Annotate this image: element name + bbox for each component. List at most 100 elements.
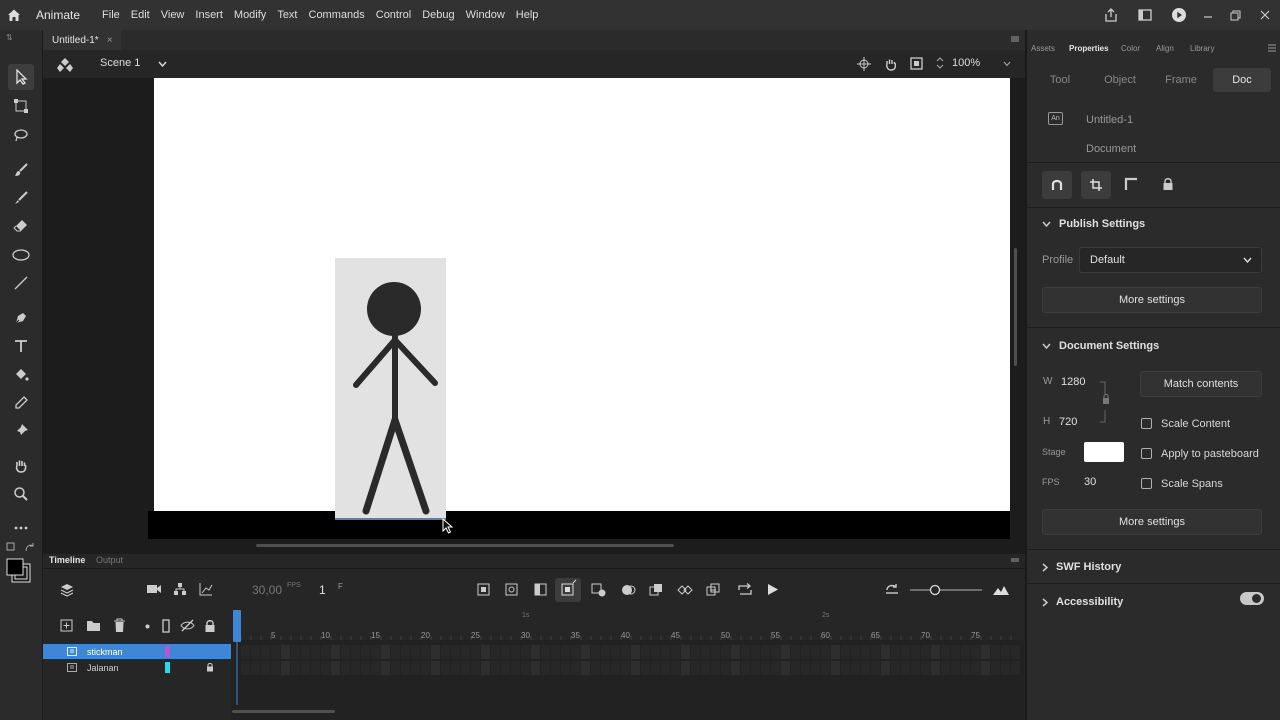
frame-cell[interactable] (291, 661, 300, 675)
frame-cell[interactable] (561, 645, 570, 659)
frame-cell[interactable] (881, 661, 890, 675)
frame-cell[interactable] (441, 661, 450, 675)
frame-cell[interactable] (651, 661, 660, 675)
frame-cell[interactable] (731, 645, 740, 659)
layer-row-jalanan[interactable]: Jalanan (43, 660, 231, 675)
current-frame-value[interactable]: 1 (319, 583, 326, 597)
frame-cell[interactable] (901, 645, 910, 659)
apply-to-pasteboard-checkbox[interactable] (1141, 448, 1152, 459)
match-contents-button[interactable]: Match contents (1140, 371, 1262, 397)
frame-cell[interactable] (501, 645, 510, 659)
frame-cell[interactable] (411, 645, 420, 659)
highlight-layers-icon[interactable] (145, 624, 150, 629)
frame-cell[interactable] (311, 645, 320, 659)
paint-brush-tool-icon[interactable] (11, 160, 31, 180)
layer-depth-icon[interactable] (59, 582, 75, 598)
frame-cell[interactable] (801, 661, 810, 675)
line-tool-icon[interactable] (11, 273, 31, 293)
frame-cell[interactable] (801, 645, 810, 659)
subtab-frame[interactable]: Frame (1157, 68, 1205, 92)
menu-text[interactable]: Text (277, 9, 297, 21)
tab-close-icon[interactable]: × (107, 35, 113, 46)
menu-view[interactable]: View (161, 9, 185, 21)
frame-cell[interactable] (551, 661, 560, 675)
lasso-tool-icon[interactable] (11, 125, 31, 145)
snap-to-objects-icon[interactable] (1042, 171, 1072, 199)
frame-cell[interactable] (251, 661, 260, 675)
menu-modify[interactable]: Modify (234, 9, 266, 21)
stickman-symbol[interactable] (335, 258, 446, 520)
frame-cell[interactable] (361, 661, 370, 675)
selection-tool-icon[interactable] (8, 64, 34, 90)
frame-cell[interactable] (981, 661, 990, 675)
frame-cell[interactable] (771, 661, 780, 675)
frame-cell[interactable] (331, 661, 340, 675)
frame-cell[interactable] (811, 661, 820, 675)
text-tool-icon[interactable] (11, 336, 31, 356)
frame-cell[interactable] (511, 645, 520, 659)
frame-cell[interactable] (371, 661, 380, 675)
test-movie-icon[interactable] (1162, 0, 1196, 30)
menu-file[interactable]: File (102, 9, 120, 21)
frame-cell[interactable] (391, 645, 400, 659)
frame-cell[interactable] (911, 661, 920, 675)
frame-cell[interactable] (281, 645, 290, 659)
lock-layers-icon[interactable] (204, 619, 216, 633)
frame-cell[interactable] (691, 661, 700, 675)
timeline-horizontal-scrollbar[interactable] (232, 710, 335, 713)
accessibility-header[interactable]: Accessibility (1042, 596, 1123, 608)
frame-cell[interactable] (751, 645, 760, 659)
frame-cell[interactable] (631, 645, 640, 659)
frame-cell[interactable] (831, 645, 840, 659)
onion-skin-button[interactable] (555, 578, 581, 602)
graph-icon[interactable] (199, 582, 213, 596)
timeline-zoom-slider[interactable] (908, 583, 984, 597)
frame-cell[interactable] (971, 645, 980, 659)
frame-cell[interactable] (851, 661, 860, 675)
delete-layer-icon[interactable] (113, 618, 126, 633)
center-stage-icon[interactable] (857, 57, 871, 71)
frame-cell[interactable] (921, 645, 930, 659)
frame-cell[interactable] (951, 645, 960, 659)
link-dimensions-icon[interactable] (1098, 380, 1112, 424)
frame-cell[interactable] (321, 661, 330, 675)
subtab-doc[interactable]: Doc (1213, 68, 1271, 92)
frame-cell[interactable] (541, 661, 550, 675)
fps-value[interactable]: 30 (1084, 476, 1096, 488)
frame-cell[interactable] (561, 661, 570, 675)
frame-cell[interactable] (301, 645, 310, 659)
attach-layer-parenting-icon[interactable] (173, 582, 187, 596)
tab-timeline[interactable]: Timeline (49, 555, 85, 565)
frame-cell[interactable] (701, 661, 710, 675)
frame-cell[interactable] (771, 645, 780, 659)
frame-cell[interactable] (571, 645, 580, 659)
camera-icon[interactable] (146, 583, 162, 595)
frame-cell[interactable] (941, 645, 950, 659)
frame-cell[interactable] (461, 645, 470, 659)
frame-cell[interactable] (261, 645, 270, 659)
fill-stroke-swatch-icon[interactable] (6, 558, 34, 586)
panel-menu-icon[interactable] (1011, 36, 1019, 42)
outline-layers-icon[interactable] (162, 619, 170, 633)
layer-color-swatch[interactable] (165, 646, 170, 657)
document-more-settings-button[interactable]: More settings (1042, 509, 1262, 535)
frame-cell[interactable] (901, 661, 910, 675)
edit-symbols-icon[interactable] (57, 56, 73, 72)
frame-cell[interactable] (701, 645, 710, 659)
frame-cell[interactable] (351, 661, 360, 675)
paint-bucket-tool-icon[interactable] (11, 365, 31, 385)
scale-content-checkbox[interactable] (1141, 418, 1152, 429)
frame-cell[interactable] (611, 645, 620, 659)
frame-cell[interactable] (391, 661, 400, 675)
frame-cell[interactable] (521, 661, 530, 675)
oval-tool-icon[interactable] (11, 245, 31, 265)
publish-more-settings-button[interactable]: More settings (1042, 287, 1262, 313)
frame-cell[interactable] (721, 645, 730, 659)
hand-tool-icon[interactable] (11, 456, 31, 476)
home-icon[interactable] (0, 0, 28, 30)
frame-cell[interactable] (711, 661, 720, 675)
frame-cell[interactable] (861, 661, 870, 675)
menu-debug[interactable]: Debug (422, 9, 454, 21)
hide-layers-icon[interactable] (180, 619, 195, 632)
subtab-object[interactable]: Object (1096, 68, 1144, 92)
